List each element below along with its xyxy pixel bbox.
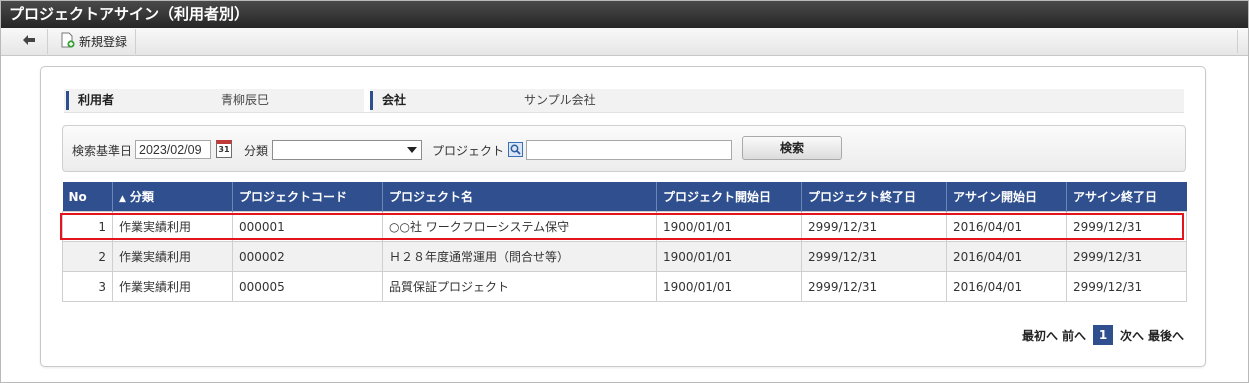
column-header-assign-end[interactable]: アサイン終了日 bbox=[1066, 182, 1187, 212]
cell-project-start: 1900/01/01 bbox=[656, 211, 802, 242]
column-header-assign-start[interactable]: アサイン開始日 bbox=[946, 182, 1067, 212]
company-value: サンプル会社 bbox=[524, 93, 596, 107]
cell-project-code: 000002 bbox=[232, 241, 383, 272]
column-header-project-code[interactable]: プロジェクトコード bbox=[232, 182, 383, 212]
base-date-input[interactable]: 2023/02/09 bbox=[135, 140, 211, 159]
toolbar: 新規登録 bbox=[1, 28, 1248, 56]
pager-first-link[interactable]: 最初へ bbox=[1022, 327, 1058, 344]
pagination: 最初へ 前へ 1 次へ 最後へ bbox=[1022, 325, 1184, 345]
table-row[interactable]: 3 作業実績利用 000005 品質保証プロジェクト 1900/01/01 29… bbox=[62, 271, 1187, 302]
project-label: プロジェクト bbox=[432, 144, 505, 158]
cell-project-end: 2999/12/31 bbox=[801, 241, 947, 272]
cell-project-start: 1900/01/01 bbox=[656, 271, 802, 302]
cell-assign-end: 2999/12/31 bbox=[1066, 271, 1187, 302]
cell-no: 1 bbox=[62, 211, 113, 242]
cell-project-end: 2999/12/31 bbox=[801, 271, 947, 302]
cell-project-code: 000001 bbox=[232, 211, 383, 242]
new-register-button[interactable]: 新規登録 bbox=[55, 29, 137, 54]
company-label: 会社 bbox=[370, 91, 406, 110]
column-header-category[interactable]: ▲ 分類 bbox=[112, 182, 233, 212]
sort-asc-icon: ▲ bbox=[119, 194, 126, 204]
calendar-icon[interactable]: 31 bbox=[216, 140, 232, 158]
user-value: 青柳辰巳 bbox=[221, 93, 270, 107]
cell-assign-end: 2999/12/31 bbox=[1066, 241, 1187, 272]
new-document-icon bbox=[61, 32, 75, 51]
toolbar-divider bbox=[1237, 30, 1238, 53]
cell-assign-start: 2016/04/01 bbox=[946, 211, 1067, 242]
column-header-no[interactable]: No bbox=[62, 182, 113, 212]
cell-assign-start: 2016/04/01 bbox=[946, 271, 1067, 302]
pager-last-link[interactable]: 最後へ bbox=[1148, 327, 1184, 344]
cell-assign-start: 2016/04/01 bbox=[946, 241, 1067, 272]
project-input[interactable] bbox=[526, 140, 732, 160]
cell-no: 2 bbox=[62, 241, 113, 272]
assignment-table: No ▲ 分類 プロジェクトコード プロジェクト名 プロジェクト開始日 プロジェク… bbox=[62, 182, 1187, 302]
search-lookup-icon[interactable] bbox=[508, 142, 523, 157]
pager-prev-link[interactable]: 前へ bbox=[1062, 327, 1086, 344]
user-label: 利用者 bbox=[66, 91, 114, 110]
pager-next-link[interactable]: 次へ bbox=[1120, 327, 1144, 344]
chevron-down-icon bbox=[407, 147, 417, 153]
column-header-category-label: 分類 bbox=[129, 190, 154, 204]
cell-project-name: 品質保証プロジェクト bbox=[382, 271, 657, 302]
table-row[interactable]: 1 作業実績利用 000001 ○○社 ワークフローシステム保守 1900/01… bbox=[62, 211, 1187, 242]
cell-assign-end: 2999/12/31 bbox=[1066, 211, 1187, 242]
cell-project-start: 1900/01/01 bbox=[656, 241, 802, 272]
pager-current-page[interactable]: 1 bbox=[1093, 325, 1114, 345]
cell-project-name: Ｈ２８年度通常運用（問合せ等） bbox=[382, 241, 657, 272]
category-select[interactable] bbox=[272, 140, 422, 160]
category-label: 分類 bbox=[244, 144, 269, 158]
table-header-row: No ▲ 分類 プロジェクトコード プロジェクト名 プロジェクト開始日 プロジェク… bbox=[62, 182, 1187, 212]
base-date-label: 検索基準日 bbox=[72, 144, 133, 158]
arrow-left-icon bbox=[22, 34, 36, 49]
table-row[interactable]: 2 作業実績利用 000002 Ｈ２８年度通常運用（問合せ等） 1900/01/… bbox=[62, 241, 1187, 272]
search-button[interactable]: 検索 bbox=[742, 136, 842, 160]
cell-project-name: ○○社 ワークフローシステム保守 bbox=[382, 211, 657, 242]
user-info-row: 利用者 青柳辰巳 会社 サンプル会社 bbox=[64, 89, 1184, 113]
cell-category: 作業実績利用 bbox=[112, 211, 233, 242]
cell-category: 作業実績利用 bbox=[112, 241, 233, 272]
cell-project-end: 2999/12/31 bbox=[801, 211, 947, 242]
back-button[interactable] bbox=[11, 29, 48, 54]
cell-no: 3 bbox=[62, 271, 113, 302]
cell-project-code: 000005 bbox=[232, 271, 383, 302]
column-header-project-end[interactable]: プロジェクト終了日 bbox=[801, 182, 947, 212]
cell-category: 作業実績利用 bbox=[112, 271, 233, 302]
column-header-project-name[interactable]: プロジェクト名 bbox=[382, 182, 657, 212]
new-register-label: 新規登録 bbox=[79, 35, 128, 49]
column-header-project-start[interactable]: プロジェクト開始日 bbox=[656, 182, 802, 212]
page-title: プロジェクトアサイン（利用者別） bbox=[1, 1, 1248, 28]
